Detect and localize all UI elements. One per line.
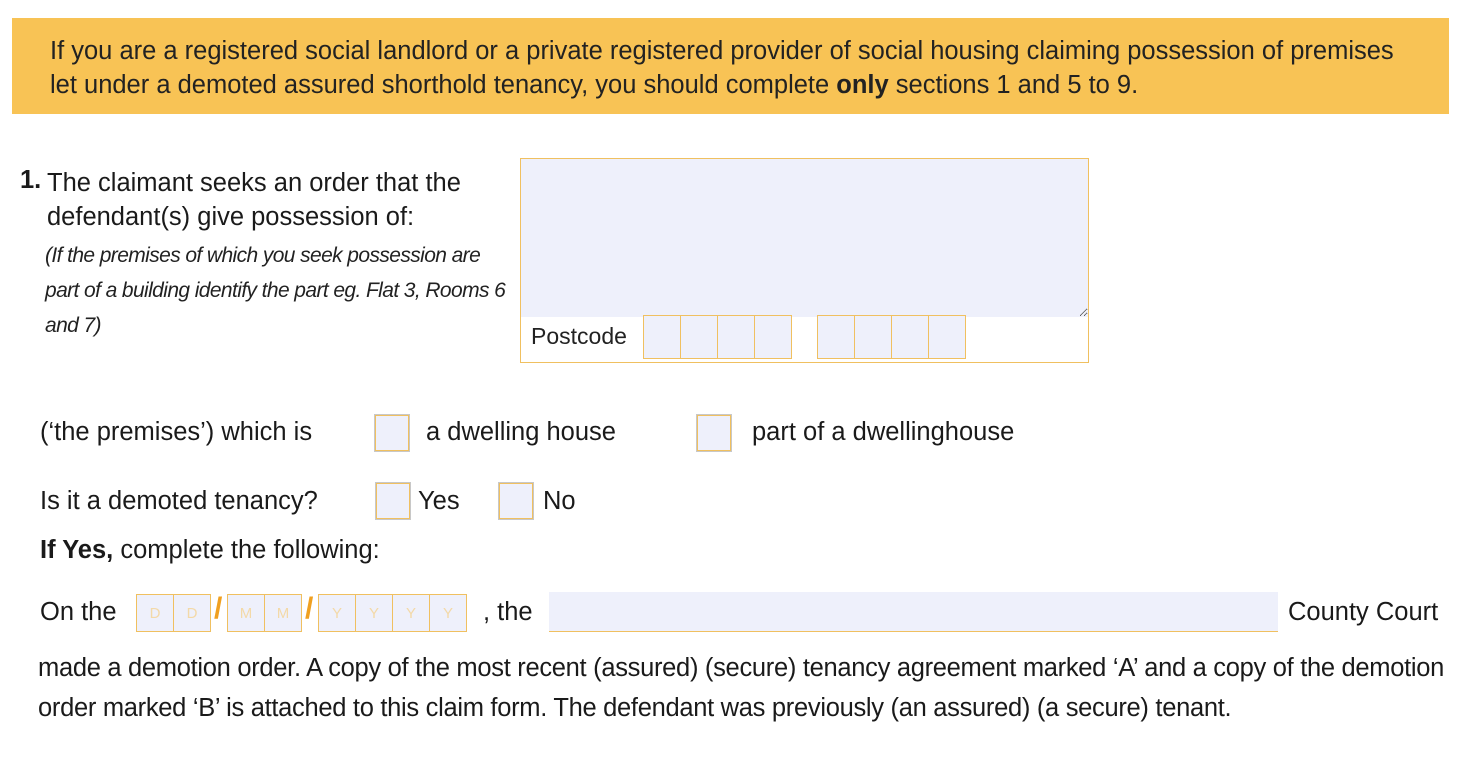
no-label: No	[543, 487, 576, 515]
postcode-inward	[817, 315, 966, 359]
postcode-cell[interactable]	[754, 315, 792, 359]
date-separator: /	[305, 592, 314, 625]
postcode-cell[interactable]	[891, 315, 929, 359]
county-court-input[interactable]	[549, 592, 1278, 632]
date-year: Y Y Y Y	[318, 594, 467, 632]
date-month: M M	[227, 594, 302, 632]
year-digit-field[interactable]: Y	[392, 594, 430, 632]
demotion-paragraph: made a demotion order. A copy of the mos…	[38, 654, 1445, 722]
day-digit-field[interactable]: D	[173, 594, 211, 632]
day-digit-field[interactable]: D	[136, 594, 174, 632]
postcode-outward	[643, 315, 792, 359]
postcode-cell[interactable]	[817, 315, 855, 359]
no-checkbox[interactable]	[498, 482, 534, 520]
dwelling-house-label: a dwelling house	[426, 418, 616, 446]
dwelling-house-checkbox[interactable]	[374, 414, 410, 452]
question-title: The claimant seeks an order that the def…	[47, 169, 461, 231]
if-yes-instruction: If Yes, complete the following:	[40, 536, 380, 565]
postcode-cell[interactable]	[680, 315, 718, 359]
question-number: 1.	[20, 166, 42, 194]
year-digit-field[interactable]: Y	[318, 594, 356, 632]
yes-checkbox[interactable]	[375, 482, 411, 520]
instruction-banner: If you are a registered social landlord …	[12, 18, 1449, 114]
banner-text: If you are a registered social landlord …	[50, 37, 1394, 99]
on-the-label: On the	[40, 598, 117, 626]
month-digit-field[interactable]: M	[227, 594, 265, 632]
banner-text-end: sections 1 and 5 to 9.	[888, 71, 1139, 99]
if-yes-bold: If Yes,	[40, 536, 114, 564]
part-dwellinghouse-label: part of a dwellinghouse	[752, 418, 1015, 446]
demoted-question: Is it a demoted tenancy?	[40, 487, 318, 515]
if-yes-text: complete the following:	[113, 536, 380, 564]
address-input[interactable]	[521, 159, 1088, 317]
question-hint: (If the premises of which you seek posse…	[45, 244, 506, 337]
banner-bold: only	[836, 71, 889, 99]
premises-label: (‘the premises’) which is	[40, 418, 313, 446]
year-digit-field[interactable]: Y	[355, 594, 393, 632]
postcode-cell[interactable]	[643, 315, 681, 359]
the-label: , the	[483, 598, 533, 626]
county-court-label: County Court	[1288, 598, 1439, 626]
yes-label: Yes	[418, 487, 460, 515]
month-digit-field[interactable]: M	[264, 594, 302, 632]
year-digit-field[interactable]: Y	[429, 594, 467, 632]
postcode-label: Postcode	[531, 323, 627, 349]
address-box: Postcode	[520, 158, 1089, 363]
date-separator: /	[214, 592, 223, 625]
date-day: D D	[136, 594, 211, 632]
postcode-cell[interactable]	[854, 315, 892, 359]
postcode-cell[interactable]	[928, 315, 966, 359]
postcode-cell[interactable]	[717, 315, 755, 359]
part-dwellinghouse-checkbox[interactable]	[696, 414, 732, 452]
